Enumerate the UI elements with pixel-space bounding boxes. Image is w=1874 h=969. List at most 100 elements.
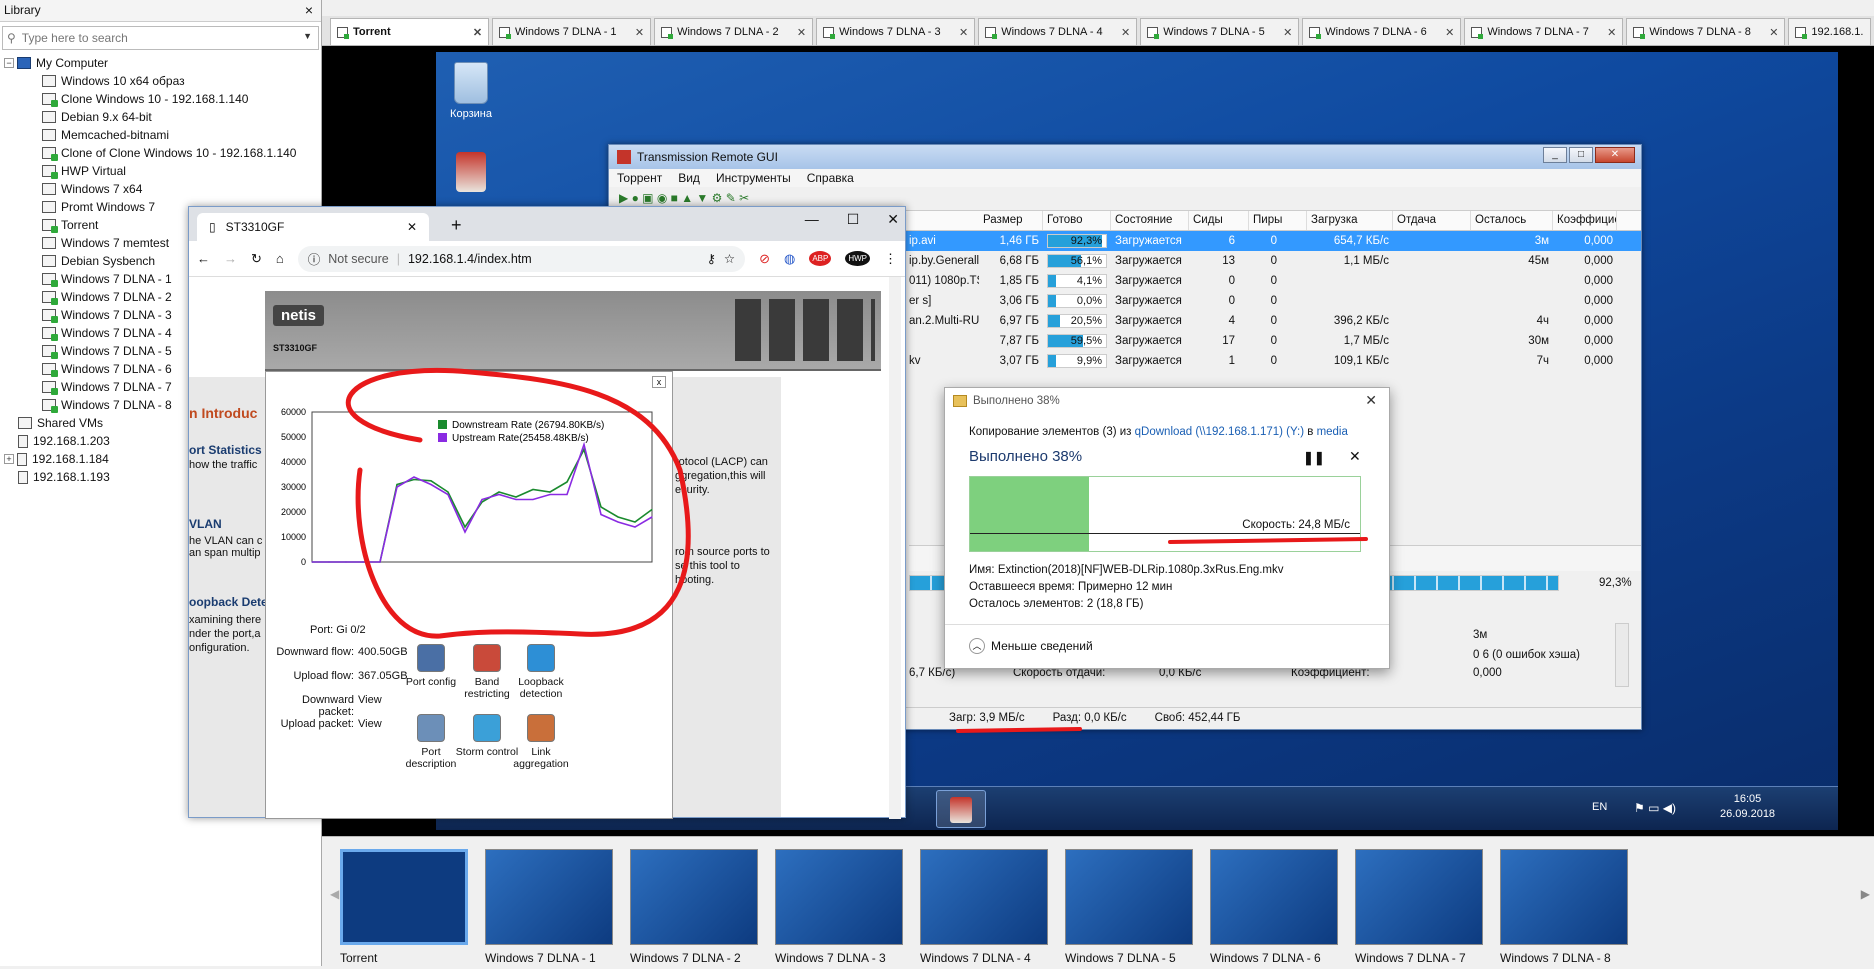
close-icon[interactable]: × bbox=[305, 2, 313, 18]
column-header[interactable]: Сиды bbox=[1189, 211, 1249, 230]
vm-thumbnail[interactable]: Windows 7 DLNA - 2 bbox=[630, 849, 764, 969]
copy-source-link[interactable]: qDownload (\\192.168.1.171) (Y:) bbox=[1135, 426, 1304, 438]
tray-icons[interactable]: ⚑ ▭ ◀) bbox=[1634, 801, 1676, 815]
reload-icon[interactable]: ↻ bbox=[251, 251, 262, 267]
column-header[interactable]: Размер bbox=[979, 211, 1043, 230]
chrome-tab[interactable]: ▯ ST3310GF ✕ bbox=[197, 213, 429, 241]
close-icon[interactable]: ✕ bbox=[1121, 26, 1130, 39]
library-search[interactable]: ⚲ Type here to search ▼ bbox=[2, 26, 319, 50]
vm-tab[interactable]: Windows 7 DLNA - 7 ✕ bbox=[1464, 18, 1624, 46]
maximize-button[interactable]: ☐ bbox=[847, 211, 860, 228]
vm-tab[interactable]: Windows 7 DLNA - 5 ✕ bbox=[1140, 18, 1300, 46]
key-icon[interactable]: ⚷ bbox=[707, 251, 716, 266]
globe-icon[interactable]: ◍ bbox=[784, 251, 795, 267]
minimize-button[interactable]: _ bbox=[1543, 147, 1567, 163]
address-bar[interactable]: ⓘ Not secure | 192.168.1.4/index.htm ⚷ ☆ bbox=[297, 245, 746, 272]
less-details-button[interactable]: ︿ Меньше сведений bbox=[969, 638, 1093, 654]
close-icon[interactable]: ✕ bbox=[1365, 392, 1377, 409]
adblock-icon[interactable]: ABP bbox=[809, 251, 832, 266]
recycle-bin[interactable]: Корзина bbox=[436, 62, 506, 120]
star-icon[interactable]: ☆ bbox=[724, 251, 735, 266]
vm-tab[interactable]: Windows 7 DLNA - 8 ✕ bbox=[1626, 18, 1786, 46]
close-button[interactable]: ✕ bbox=[1595, 147, 1635, 163]
vm-tab[interactable]: Windows 7 DLNA - 2 ✕ bbox=[654, 18, 814, 46]
vm-tab[interactable]: 192.168.1. bbox=[1788, 18, 1872, 46]
vm-thumbnail[interactable]: Windows 7 DLNA - 4 bbox=[920, 849, 1054, 969]
scroll-left-icon[interactable]: ◀ bbox=[330, 887, 339, 901]
vm-thumbnail[interactable]: Windows 7 DLNA - 3 bbox=[775, 849, 909, 969]
port-icons[interactable] bbox=[735, 299, 875, 361]
function-button[interactable]: Link aggregation bbox=[506, 714, 576, 770]
column-header[interactable]: Состояние bbox=[1111, 211, 1189, 230]
tree-vm-item[interactable]: Windows 10 x64 образ bbox=[4, 72, 321, 90]
cancel-button[interactable]: ✕ bbox=[1349, 448, 1361, 465]
vm-tab[interactable]: Torrent ✕ bbox=[330, 18, 490, 46]
menu-item[interactable]: Справка bbox=[807, 171, 854, 185]
column-header[interactable]: Коэффицие bbox=[1553, 211, 1617, 230]
expand-icon[interactable]: + bbox=[4, 454, 14, 464]
up-packet-link[interactable]: View bbox=[358, 718, 382, 730]
close-icon[interactable]: ✕ bbox=[1445, 26, 1454, 39]
chevron-down-icon[interactable]: ▼ bbox=[303, 31, 312, 41]
function-button[interactable]: Loopback detection bbox=[506, 644, 576, 700]
close-icon[interactable]: ✕ bbox=[1607, 26, 1616, 39]
tree-vm-item[interactable]: Clone Windows 10 - 192.168.1.140 bbox=[4, 90, 321, 108]
language-indicator[interactable]: EN bbox=[1592, 801, 1607, 813]
block-icon[interactable]: ⊘ bbox=[759, 251, 770, 267]
vm-thumbnail[interactable]: Windows 7 DLNA - 7 bbox=[1355, 849, 1489, 969]
search-input[interactable]: Type here to search bbox=[22, 31, 128, 45]
menu-item[interactable]: Торрент bbox=[617, 171, 662, 185]
url-text[interactable]: 192.168.1.4/index.htm bbox=[408, 252, 532, 266]
detail-scrollbar[interactable] bbox=[1615, 623, 1629, 687]
vm-tab[interactable]: Windows 7 DLNA - 3 ✕ bbox=[816, 18, 976, 46]
column-header[interactable]: Пиры bbox=[1249, 211, 1307, 230]
vm-thumbnail[interactable]: Windows 7 DLNA - 5 bbox=[1065, 849, 1199, 969]
vm-tab[interactable]: Windows 7 DLNA - 4 ✕ bbox=[978, 18, 1138, 46]
column-header[interactable]: Готово bbox=[1043, 211, 1111, 230]
menu-icon[interactable]: ⋮ bbox=[884, 251, 897, 267]
tree-vm-item[interactable]: HWP Virtual bbox=[4, 162, 321, 180]
vm-tab[interactable]: Windows 7 DLNA - 1 ✕ bbox=[492, 18, 652, 46]
close-icon[interactable]: ✕ bbox=[407, 220, 417, 234]
close-icon[interactable]: ✕ bbox=[473, 26, 482, 39]
vm-thumbnail[interactable]: Windows 7 DLNA - 6 bbox=[1210, 849, 1344, 969]
torrent-seeds: 17 bbox=[1222, 335, 1235, 347]
vm-tab[interactable]: Windows 7 DLNA - 6 ✕ bbox=[1302, 18, 1462, 46]
taskbar-transmission-button[interactable] bbox=[936, 790, 986, 828]
menu-item[interactable]: Вид bbox=[678, 171, 700, 185]
vm-thumbnail[interactable]: Windows 7 DLNA - 8 bbox=[1500, 849, 1634, 969]
close-icon[interactable]: ✕ bbox=[1283, 26, 1292, 39]
collapse-icon[interactable]: − bbox=[4, 58, 14, 68]
forward-icon[interactable]: → bbox=[224, 251, 237, 266]
new-tab-button[interactable]: + bbox=[451, 215, 462, 236]
page-scrollbar[interactable] bbox=[889, 277, 901, 819]
transmission-icon[interactable] bbox=[456, 152, 486, 192]
tree-vm-item[interactable]: Debian 9.x 64-bit bbox=[4, 108, 321, 126]
down-packet-link[interactable]: View bbox=[358, 694, 382, 706]
menu-item[interactable]: Инструменты bbox=[716, 171, 791, 185]
close-icon[interactable]: ✕ bbox=[635, 26, 644, 39]
close-icon[interactable]: x bbox=[652, 376, 666, 388]
close-button[interactable]: ✕ bbox=[887, 211, 899, 228]
back-icon[interactable]: ← bbox=[197, 251, 210, 266]
close-icon[interactable]: ✕ bbox=[959, 26, 968, 39]
column-header[interactable]: Осталось bbox=[1471, 211, 1553, 230]
close-icon[interactable]: ✕ bbox=[797, 26, 806, 39]
column-header[interactable]: Загрузка bbox=[1307, 211, 1393, 230]
copy-destination-link[interactable]: media bbox=[1317, 426, 1348, 438]
vm-thumbnail[interactable]: Windows 7 DLNA - 1 bbox=[485, 849, 619, 969]
maximize-button[interactable]: □ bbox=[1569, 147, 1593, 163]
scroll-right-icon[interactable]: ▶ bbox=[1861, 887, 1870, 901]
tray-clock[interactable]: 16:05 26.09.2018 bbox=[1720, 793, 1775, 820]
tree-vm-item[interactable]: Windows 7 x64 bbox=[4, 180, 321, 198]
vm-thumbnail[interactable]: Torrent bbox=[340, 849, 474, 969]
home-icon[interactable]: ⌂ bbox=[276, 251, 284, 266]
tree-my-computer[interactable]: − My Computer bbox=[4, 54, 321, 72]
close-icon[interactable]: ✕ bbox=[1769, 26, 1778, 39]
pause-button[interactable]: ❚❚ bbox=[1303, 450, 1325, 466]
column-header[interactable]: Отдача bbox=[1393, 211, 1471, 230]
minimize-button[interactable]: — bbox=[805, 211, 819, 228]
tree-vm-item[interactable]: Memcached-bitnami bbox=[4, 126, 321, 144]
hwp-icon[interactable]: HWP bbox=[845, 251, 870, 266]
tree-vm-item[interactable]: Clone of Clone Windows 10 - 192.168.1.14… bbox=[4, 144, 321, 162]
